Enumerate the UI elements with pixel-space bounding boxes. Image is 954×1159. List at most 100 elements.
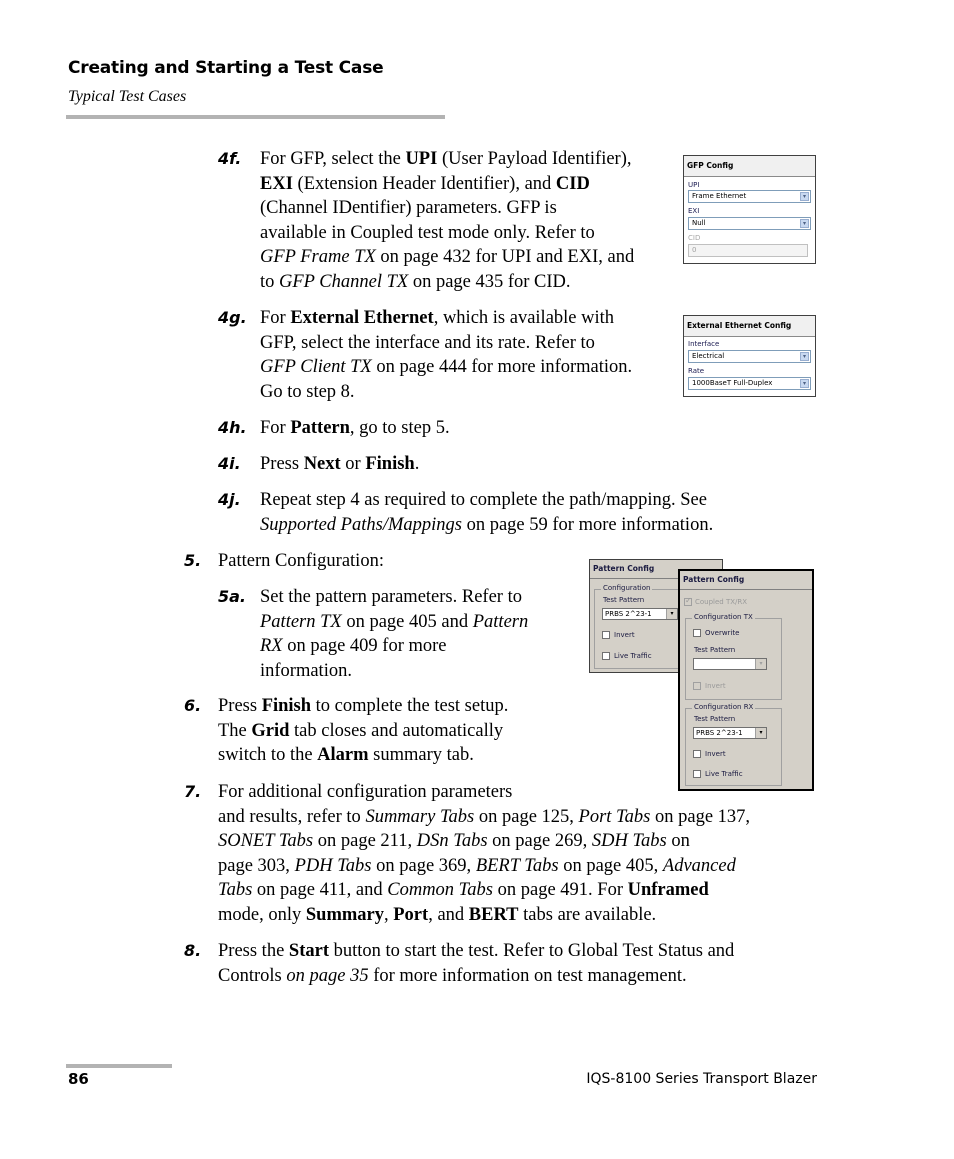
text: on page 369, — [371, 855, 476, 876]
text: on page 405 and — [341, 611, 473, 632]
overwrite-checkbox[interactable] — [693, 629, 701, 637]
xref-common-tabs[interactable]: Common Tabs — [387, 880, 493, 900]
test-pattern-select[interactable]: PRBS 2^23-1 ▾ — [602, 608, 678, 620]
chevron-down-icon[interactable]: ▾ — [800, 379, 809, 388]
rate-select[interactable]: 1000BaseT Full-Duplex ▾ — [688, 377, 811, 390]
text: For additional configuration parameters — [218, 782, 513, 802]
text: summary tab. — [368, 745, 474, 766]
chapter-title: Creating and Starting a Test Case — [68, 58, 384, 78]
step-number-4i: 4i. — [218, 454, 241, 473]
text: (Channel IDentifier) parameters. GFP is — [260, 198, 557, 219]
section-subtitle: Typical Test Cases — [68, 88, 187, 105]
term-upi: UPI — [405, 149, 438, 169]
text: , which is available with — [433, 308, 615, 328]
rx-invert-label: Invert — [705, 750, 726, 758]
text: tabs are available. — [518, 904, 657, 925]
configuration-rx-group: Configuration RX Test Pattern PRBS 2^23-… — [685, 703, 782, 786]
xref-dsn-tabs[interactable]: DSn Tabs — [417, 831, 488, 851]
rx-live-traffic-checkbox[interactable] — [693, 770, 701, 778]
panel-title: GFP Config — [684, 156, 815, 177]
exi-select[interactable]: Null ▾ — [688, 217, 811, 230]
text: on page 411, and — [252, 880, 388, 901]
chevron-down-icon[interactable]: ▾ — [666, 609, 677, 619]
term-next: Next — [303, 454, 341, 474]
term-unframed: Unframed — [627, 880, 709, 901]
text: switch to the — [218, 745, 318, 766]
text: Set the pattern parameters. Refer to — [260, 587, 522, 607]
cid-label: CID — [688, 234, 701, 242]
text: on — [666, 831, 690, 852]
term-finish: Finish — [365, 454, 415, 474]
text: GFP, select the interface and its rate. … — [260, 332, 595, 353]
xref-bert-tabs[interactable]: BERT Tabs — [476, 856, 559, 876]
upi-label: UPI — [688, 181, 700, 189]
step-4i-text: Press Next or Finish. — [260, 452, 419, 477]
text: (User Payload Identifier), — [437, 149, 632, 169]
xref-sdh-tabs[interactable]: SDH Tabs — [592, 831, 667, 851]
xref-gfp-frame-tx[interactable]: GFP Frame TX — [260, 247, 376, 267]
xref-port-tabs[interactable]: Port Tabs — [579, 807, 651, 827]
rx-invert-checkbox[interactable] — [693, 750, 701, 758]
chevron-down-icon[interactable]: ▾ — [800, 192, 809, 201]
text: on page 59 for more information. — [461, 514, 714, 535]
upi-select[interactable]: Frame Ethernet ▾ — [688, 190, 811, 203]
text: , go to step 5. — [349, 418, 450, 438]
xref-advanced-tabs-cont[interactable]: Tabs — [218, 880, 252, 900]
text: information. — [260, 660, 352, 681]
step-5a-text: Set the pattern parameters. Refer to Pat… — [260, 585, 580, 683]
text: Press the — [218, 941, 289, 961]
text: Repeat step 4 as required to complete th… — [260, 490, 707, 510]
step-number-5: 5. — [184, 551, 202, 570]
xref-advanced-tabs[interactable]: Advanced — [663, 856, 736, 876]
rx-test-pattern-value: PRBS 2^23-1 — [696, 729, 743, 737]
term-finish: Finish — [261, 696, 312, 716]
external-ethernet-config-panel: External Ethernet Config Interface Elect… — [683, 315, 816, 397]
step-number-4j: 4j. — [218, 490, 241, 509]
coupled-txrx-label: Coupled TX/RX — [695, 598, 748, 606]
text: on page 137, — [650, 806, 751, 827]
xref-pattern-rx[interactable]: Pattern — [473, 612, 529, 632]
text: on page 444 for more information. — [371, 357, 633, 378]
text: for more information on test management. — [368, 965, 687, 986]
xref-pattern-rx-cont[interactable]: RX — [260, 636, 283, 656]
overwrite-label: Overwrite — [705, 629, 740, 637]
footer-rule — [66, 1064, 172, 1068]
chevron-down-icon[interactable]: ▾ — [800, 219, 809, 228]
rx-test-pattern-label: Test Pattern — [694, 715, 736, 723]
xref-page-35[interactable]: on page 35 — [286, 966, 368, 986]
step-number-8: 8. — [184, 941, 202, 960]
xref-gfp-channel-tx[interactable]: GFP Channel TX — [279, 272, 408, 292]
chevron-down-icon[interactable]: ▾ — [755, 728, 766, 738]
invert-label: Invert — [614, 631, 635, 639]
text: on page 409 for more — [282, 636, 447, 657]
xref-gfp-client-tx[interactable]: GFP Client TX — [260, 357, 372, 377]
xref-supported-paths-mappings[interactable]: Supported Paths/Mappings — [260, 515, 462, 535]
term-alarm: Alarm — [317, 745, 369, 766]
text: . — [414, 454, 420, 474]
step-number-4f: 4f. — [218, 149, 242, 168]
text: and results, refer to — [218, 806, 366, 827]
term-bert: BERT — [468, 904, 519, 925]
exi-value: Null — [692, 219, 706, 227]
coupled-txrx-checkbox[interactable] — [684, 596, 692, 606]
test-pattern-value: PRBS 2^23-1 — [605, 610, 652, 618]
invert-checkbox[interactable] — [602, 631, 610, 639]
step-4g-text: For External Ethernet, which is availabl… — [260, 306, 680, 404]
term-pattern: Pattern — [290, 418, 350, 438]
term-start: Start — [288, 941, 329, 961]
text: to — [260, 271, 280, 292]
xref-pdh-tabs[interactable]: PDH Tabs — [295, 856, 372, 876]
exi-label: EXI — [688, 207, 700, 215]
page-number: 86 — [68, 1070, 89, 1088]
group-label: Configuration RX — [692, 703, 756, 711]
live-traffic-checkbox[interactable] — [602, 652, 610, 660]
xref-sonet-tabs[interactable]: SONET Tabs — [218, 831, 313, 851]
term-summary: Summary — [305, 904, 384, 925]
text: Press — [260, 454, 304, 474]
chevron-down-icon[interactable]: ▾ — [800, 352, 809, 361]
interface-select[interactable]: Electrical ▾ — [688, 350, 811, 363]
xref-pattern-tx[interactable]: Pattern TX — [260, 612, 342, 632]
rx-test-pattern-select[interactable]: PRBS 2^23-1 ▾ — [693, 727, 767, 739]
xref-summary-tabs[interactable]: Summary Tabs — [365, 807, 474, 827]
rx-live-traffic-label: Live Traffic — [705, 770, 743, 778]
